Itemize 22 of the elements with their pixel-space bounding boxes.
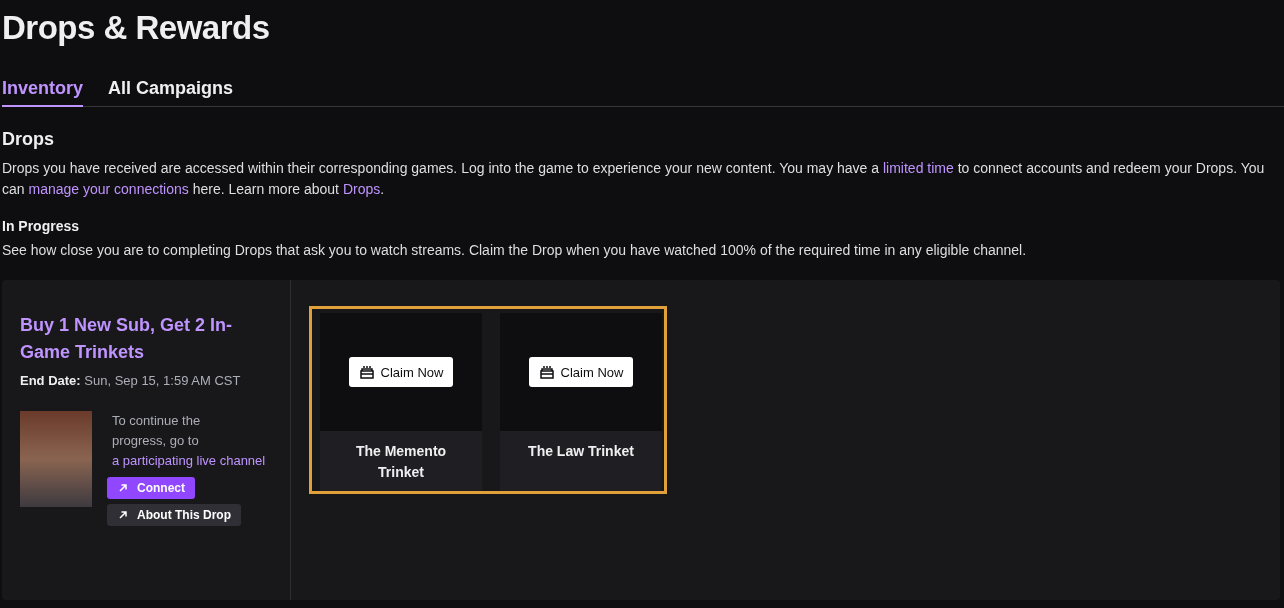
campaign-title: Buy 1 New Sub, Get 2 In-Game Trinkets [20,314,234,364]
claim-button[interactable]: Claim Now [348,357,454,387]
page-title: Drops & Rewards [2,8,271,48]
arrow-icon [117,509,129,521]
end-date-text: End Date: Sun, Sep 15, 1:59 AM CST [20,373,242,388]
drops-paragraph: Drops you have received are accessed within their corresponding games. Log into the game to experience your new content. You may have a limited time to connect accounts and redeem your Drops. You can manage your connections here. Learn more about Drops. [2,159,1266,199]
action-button[interactable]: Connect [107,477,195,499]
tab[interactable]: Inventory [2,78,84,107]
claim-button[interactable]: Claim Now [528,357,634,387]
arrow-icon [117,482,129,494]
section-heading: Drops [2,129,55,150]
reward-name: The Law Trinket [500,431,662,491]
text-link[interactable]: a participating live channel [112,453,266,468]
gift-box-icon [358,364,375,380]
description-text: See how close you are to completing Drops that ask you to watch streams. Claim the Drop when you have watched 100% of the required time in any eligible channel. [2,241,1028,260]
gift-box-icon [538,364,555,380]
action-button[interactable]: About This Drop [107,504,241,526]
reward-name: The Memento Trinket [320,431,482,491]
tab[interactable]: All Campaigns [108,78,234,107]
text-link[interactable]: limited time [882,160,954,176]
subsection-heading: In Progress [2,218,81,234]
text-link[interactable]: manage your connections [28,181,189,197]
